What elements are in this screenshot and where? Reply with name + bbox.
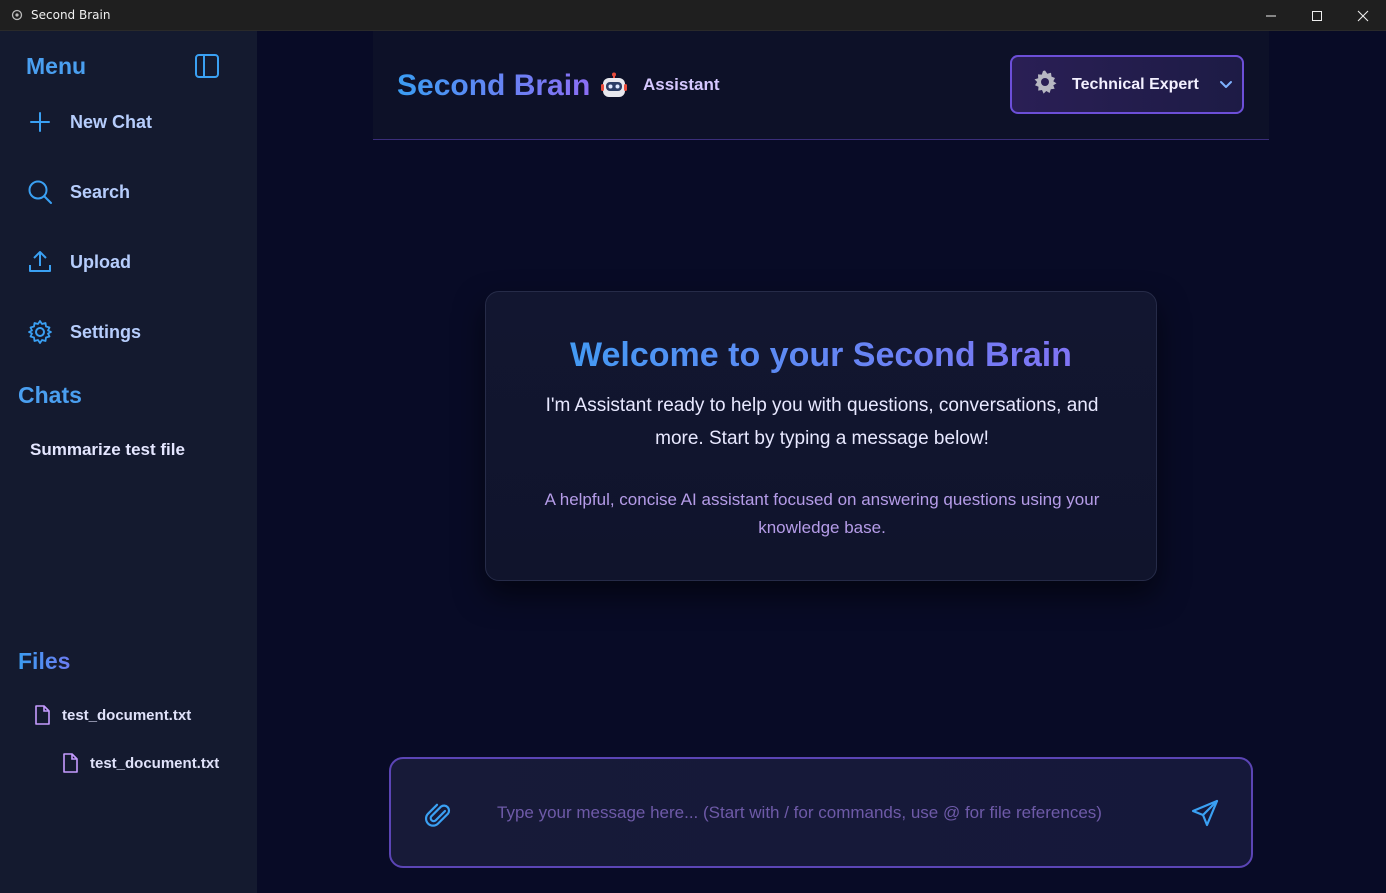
files-section-title: Files — [18, 648, 71, 674]
file-item-label: test_document.txt — [62, 706, 192, 724]
message-composer — [389, 757, 1253, 868]
maximize-button[interactable] — [1294, 0, 1340, 31]
paperclip-icon — [425, 803, 451, 827]
nav-search[interactable]: Search — [26, 177, 130, 207]
chevron-down-icon — [1219, 80, 1233, 90]
attach-button[interactable] — [423, 799, 453, 829]
persona-dropdown[interactable]: Technical Expert — [1010, 55, 1244, 114]
window-title: Second Brain — [31, 8, 111, 22]
assistant-description: A helpful, concise AI assistant focused … — [544, 490, 1100, 537]
file-item[interactable]: test_document.txt — [34, 705, 191, 725]
chat-item[interactable]: Summarize test file — [30, 440, 185, 460]
sidebar-toggle-button[interactable] — [193, 52, 221, 80]
nav-search-label: Search — [70, 181, 131, 202]
search-icon — [26, 178, 54, 206]
menu-title: Menu — [26, 53, 87, 79]
main-panel: Second Brain Assistant Technical Expert — [257, 31, 1386, 893]
maximize-icon — [1312, 10, 1322, 21]
send-icon — [1191, 799, 1219, 827]
nav-upload[interactable]: Upload — [26, 247, 131, 277]
close-button[interactable] — [1340, 0, 1386, 31]
minimize-icon — [1266, 15, 1276, 16]
brand-title: Second Brain — [397, 69, 591, 102]
nav-upload-label: Upload — [70, 251, 131, 272]
app-icon — [11, 9, 23, 21]
robot-icon — [600, 72, 628, 100]
file-item[interactable]: test_document.txt — [62, 753, 219, 773]
persona-label: Technical Expert — [1072, 75, 1199, 93]
assistant-name: Assistant — [643, 75, 720, 94]
send-button[interactable] — [1189, 797, 1221, 829]
nav-new-chat[interactable]: New Chat — [26, 107, 152, 137]
chat-header: Second Brain Assistant Technical Expert — [373, 31, 1269, 140]
window-titlebar: Second Brain — [0, 0, 1386, 31]
file-icon — [35, 705, 50, 725]
gear-icon — [26, 318, 54, 346]
message-input[interactable] — [497, 797, 1157, 829]
nav-settings-label: Settings — [70, 321, 142, 342]
close-icon — [1357, 10, 1369, 21]
file-icon — [63, 753, 78, 773]
nav-settings[interactable]: Settings — [26, 317, 141, 347]
minimize-button[interactable] — [1248, 0, 1294, 31]
plus-icon — [26, 108, 54, 136]
welcome-text: I'm Assistant ready to help you with que… — [545, 395, 1099, 449]
welcome-card: Welcome to your Second Brain I'm Assista… — [485, 291, 1157, 581]
upload-icon — [26, 248, 54, 276]
file-item-label: test_document.txt — [90, 754, 220, 772]
gear-icon — [1032, 69, 1058, 100]
chats-section-title: Chats — [18, 382, 82, 408]
window-controls — [1248, 0, 1386, 31]
nav-new-chat-label: New Chat — [70, 111, 153, 132]
welcome-title: Welcome to your Second Brain — [486, 336, 1156, 375]
sidebar: Menu New Chat Search Upload Settings Cha… — [0, 31, 257, 893]
sidebar-toggle-icon — [195, 54, 219, 78]
